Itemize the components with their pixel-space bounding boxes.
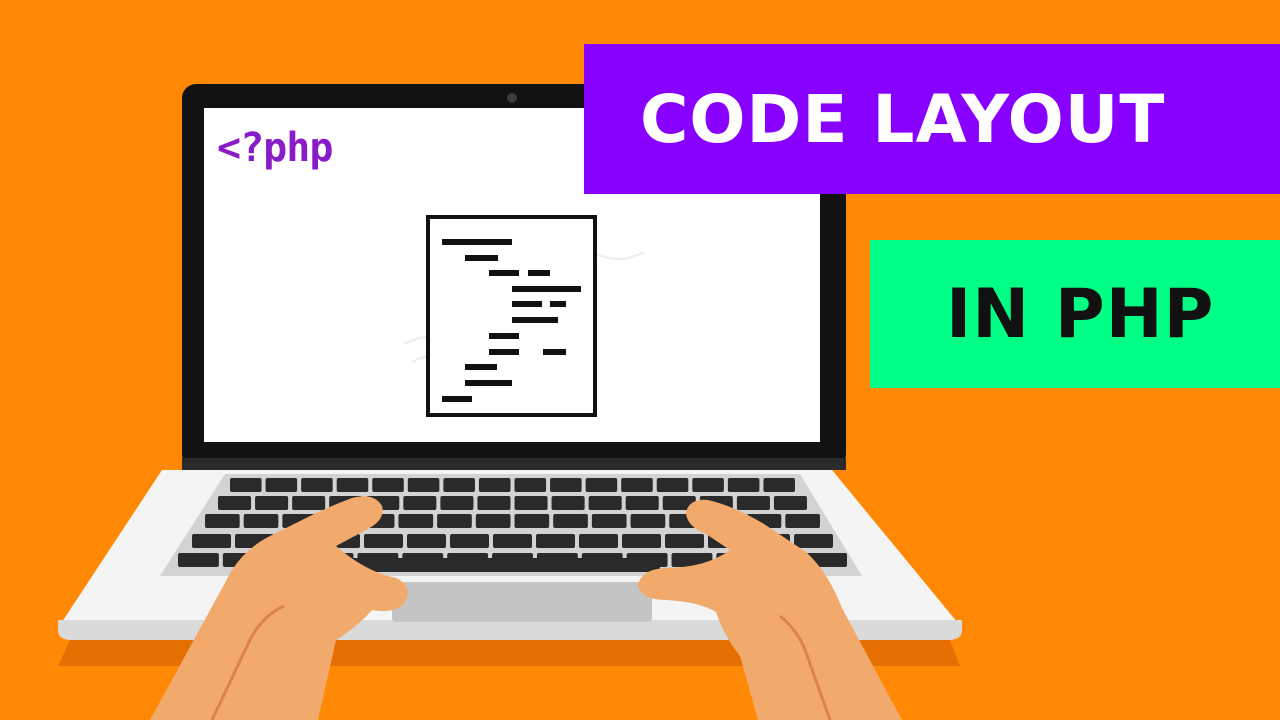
keyboard-key <box>192 534 231 548</box>
keyboard-key <box>763 478 795 492</box>
keyboard-key <box>336 478 369 492</box>
keyboard-key <box>536 534 575 548</box>
keyboard-key <box>692 478 724 492</box>
keyboard-key <box>301 478 333 492</box>
keyboard-key <box>579 534 618 548</box>
keyboard-key <box>553 514 588 528</box>
code-line <box>465 364 497 370</box>
keyboard-key <box>514 478 547 492</box>
code-line <box>512 286 581 292</box>
webcam-icon <box>507 93 517 103</box>
keyboard-key <box>407 534 446 548</box>
keyboard-key <box>736 496 770 510</box>
code-line <box>528 270 550 276</box>
keyboard-key <box>794 534 833 548</box>
code-line <box>489 333 519 339</box>
keyboard-key <box>178 553 219 567</box>
keyboard-key <box>243 514 279 528</box>
code-line <box>550 301 566 307</box>
keyboard-key <box>551 496 585 510</box>
keyboard-key <box>364 534 403 548</box>
php-open-tag: <?php <box>217 125 333 171</box>
keyboard-key <box>514 496 548 510</box>
keyboard-key <box>205 514 240 528</box>
keyboard-key <box>727 478 760 492</box>
code-document-icon <box>426 215 597 417</box>
keyboard-key <box>514 514 550 528</box>
keyboard-key <box>218 496 252 510</box>
keyboard-key <box>785 514 820 528</box>
touchpad <box>392 582 652 622</box>
laptop-hinge <box>182 458 846 470</box>
keyboard-key <box>477 496 511 510</box>
code-line <box>442 239 512 245</box>
subtitle-banner: IN PHP <box>946 274 1215 354</box>
keyboard-key <box>585 478 618 492</box>
keyboard-key <box>475 514 511 528</box>
keyboard-key <box>625 496 659 510</box>
keyboard-key <box>478 478 511 492</box>
keyboard-key <box>665 534 704 548</box>
keyboard-key <box>372 478 404 492</box>
code-line <box>465 380 512 386</box>
keyboard-key <box>230 478 262 492</box>
keyboard-key <box>450 534 489 548</box>
title-banner: CODE LAYOUT <box>640 80 1166 158</box>
code-line <box>489 349 519 355</box>
keyboard-key <box>443 478 475 492</box>
keyboard-key <box>255 496 289 510</box>
code-line <box>543 349 566 355</box>
keyboard-key <box>403 496 437 510</box>
keyboard-key <box>493 534 532 548</box>
code-line <box>489 270 519 276</box>
keyboard-key <box>621 478 653 492</box>
code-line <box>465 255 498 261</box>
keyboard-key <box>588 496 622 510</box>
keyboard-key <box>656 478 689 492</box>
keyboard-key <box>550 478 582 492</box>
keyboard-key <box>292 496 326 510</box>
keyboard-key <box>622 534 661 548</box>
code-line <box>442 396 472 402</box>
keyboard-key <box>407 478 440 492</box>
code-line <box>512 317 558 323</box>
code-line <box>512 301 542 307</box>
keyboard-key <box>265 478 298 492</box>
keyboard-key <box>440 496 474 510</box>
keyboard-key <box>773 496 807 510</box>
keyboard-key <box>630 514 666 528</box>
keyboard-key <box>398 514 434 528</box>
keyboard-key <box>591 514 627 528</box>
keyboard-key <box>437 514 472 528</box>
